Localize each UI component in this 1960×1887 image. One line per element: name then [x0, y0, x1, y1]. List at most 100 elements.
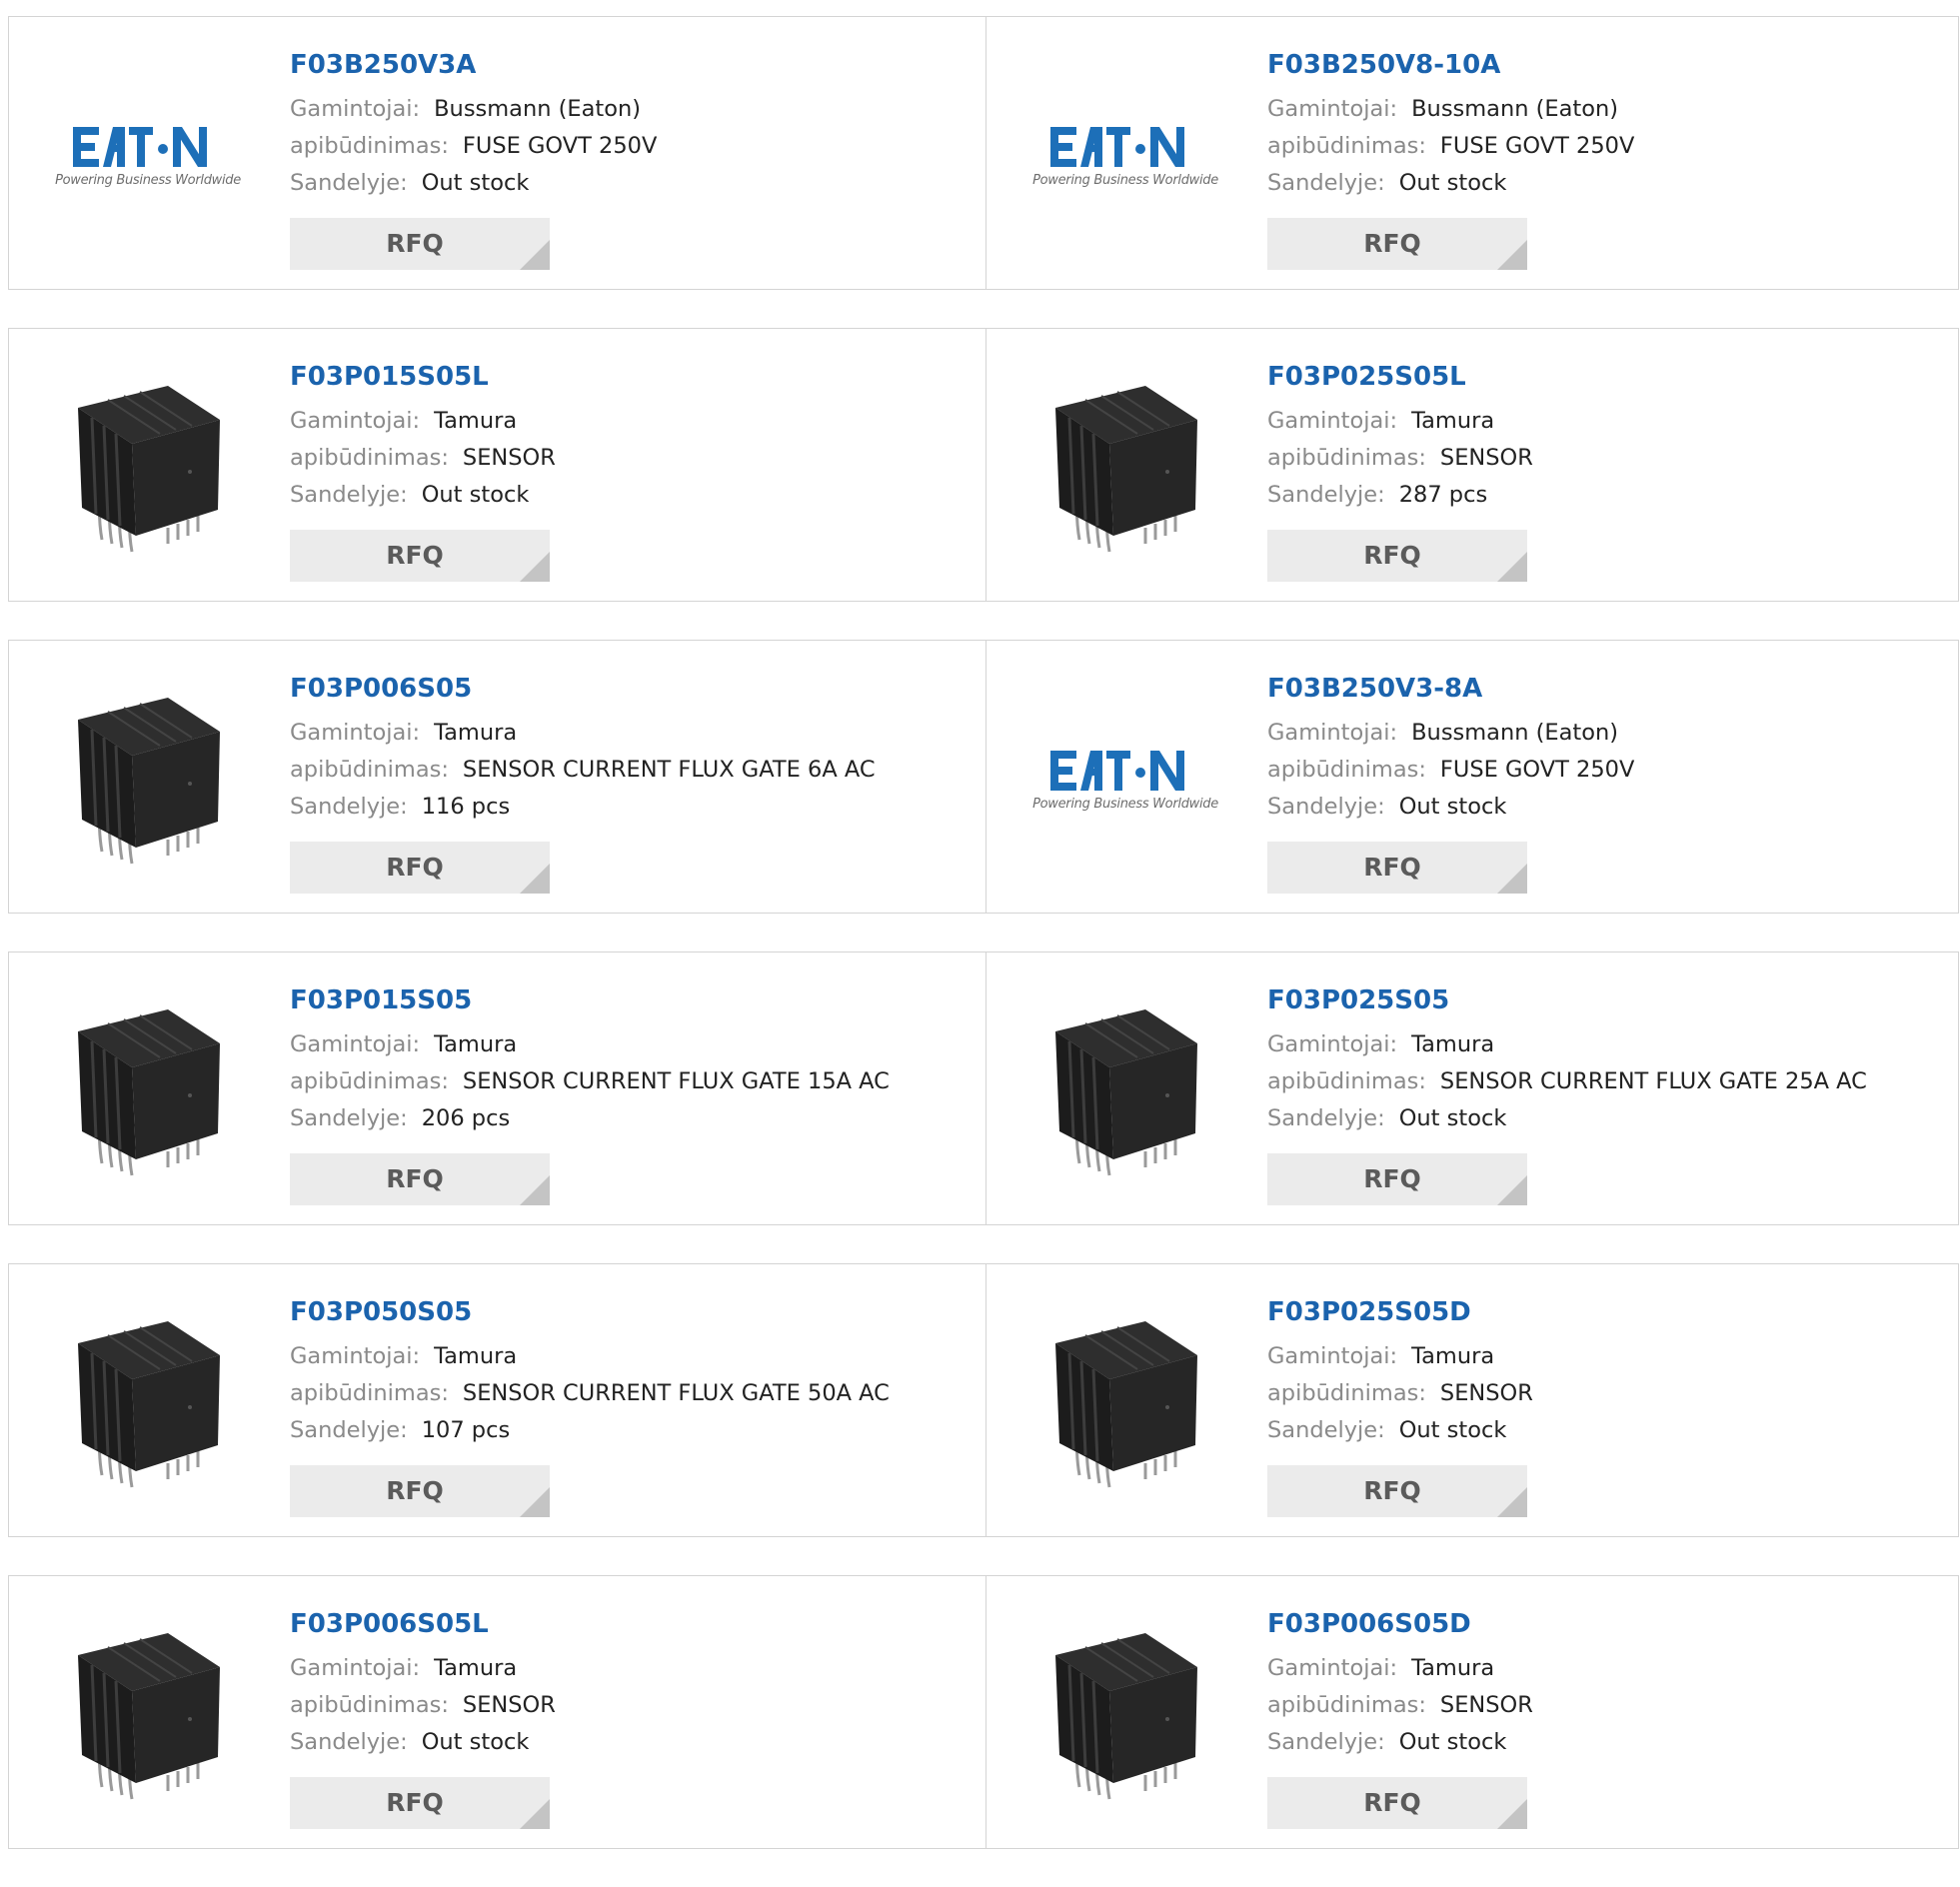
stock-value: Out stock [1398, 1729, 1507, 1755]
corner-triangle-icon [1497, 1487, 1527, 1517]
product-info: F03B250V8-10A Gamintojai: Bussmann (Eaton)… [1267, 47, 1634, 202]
product-part-link[interactable]: F03P025S05 [1267, 982, 1867, 1018]
sensor-chip-icon [1055, 1321, 1197, 1488]
stock-line: Sandelyje: 107 pcs [290, 1412, 890, 1449]
stock-line: Sandelyje: Out stock [1267, 1412, 1533, 1449]
product-image[interactable] [1024, 1302, 1226, 1504]
product-image[interactable] [47, 679, 249, 881]
description-line: apibūdinimas: SENSOR [1267, 1375, 1533, 1412]
eaton-tagline: Powering Business Worldwide [1032, 796, 1218, 812]
product-card: F03P006S05 Gamintojai: Tamura apibūdinimas:… [8, 640, 986, 914]
description-value: SENSOR [1439, 1692, 1533, 1718]
rfq-button[interactable]: RFQ [290, 1465, 550, 1517]
sensor-chip-icon [78, 1321, 220, 1488]
rfq-button[interactable]: RFQ [1267, 530, 1527, 582]
rfq-button[interactable]: RFQ [1267, 842, 1527, 894]
product-image[interactable] [1024, 1614, 1226, 1816]
product-row: F03P015S05 Gamintojai: Tamura apibūdinimas:… [8, 951, 1960, 1225]
product-row: F03P015S05L Gamintojai: Tamura apibūdinimas… [8, 328, 1960, 602]
product-image[interactable] [1024, 990, 1226, 1192]
rfq-button-label: RFQ [1363, 853, 1421, 882]
product-image[interactable] [47, 367, 249, 569]
manufacturer-line: Gamintojai: Bussmann (Eaton) [1267, 715, 1634, 752]
manufacturer-line: Gamintojai: Tamura [290, 715, 876, 752]
rfq-button-label: RFQ [1363, 541, 1421, 570]
product-card: F03P025S05D Gamintojai: Tamura apibūdinimas… [985, 1263, 1959, 1537]
product-row: F03P006S05 Gamintojai: Tamura apibūdinimas:… [8, 640, 1960, 914]
rfq-button[interactable]: RFQ [290, 1777, 550, 1829]
stock-value: 206 pcs [421, 1105, 511, 1131]
product-part-link[interactable]: F03P006S05D [1267, 1606, 1533, 1642]
product-image[interactable] [1024, 367, 1226, 569]
rfq-button[interactable]: RFQ [290, 218, 550, 270]
rfq-button[interactable]: RFQ [290, 1153, 550, 1205]
stock-label: Sandelyje: [290, 170, 408, 196]
rfq-button-label: RFQ [386, 229, 444, 258]
rfq-button[interactable]: RFQ [290, 842, 550, 894]
stock-value: Out stock [1398, 1417, 1507, 1443]
product-part-link[interactable]: F03P025S05L [1267, 359, 1533, 395]
stock-label: Sandelyje: [290, 794, 408, 820]
stock-line: Sandelyje: 206 pcs [290, 1100, 890, 1137]
description-line: apibūdinimas: SENSOR [290, 440, 556, 477]
product-part-link[interactable]: F03B250V8-10A [1267, 47, 1634, 83]
description-line: apibūdinimas: FUSE GOVT 250V [290, 128, 657, 165]
product-card: F03P025S05L Gamintojai: Tamura apibūdinimas… [985, 328, 1959, 602]
manufacturer-label: Gamintojai: [290, 1655, 421, 1681]
rfq-button[interactable]: RFQ [1267, 1153, 1527, 1205]
product-image[interactable]: Powering Business Worldwide [47, 55, 249, 257]
product-image[interactable]: Powering Business Worldwide [1024, 55, 1226, 257]
manufacturer-value: Bussmann (Eaton) [1411, 96, 1619, 122]
manufacturer-label: Gamintojai: [1267, 408, 1398, 434]
stock-label: Sandelyje: [290, 1729, 408, 1755]
product-image[interactable] [47, 1614, 249, 1816]
corner-triangle-icon [520, 1487, 550, 1517]
product-part-link[interactable]: F03P006S05 [290, 671, 876, 707]
stock-label: Sandelyje: [1267, 1417, 1385, 1443]
product-info: F03P006S05D Gamintojai: Tamura apibūdinimas… [1267, 1606, 1533, 1761]
manufacturer-line: Gamintojai: Tamura [290, 1338, 890, 1375]
product-image[interactable] [47, 1302, 249, 1504]
eaton-logo: Powering Business Worldwide [1025, 749, 1225, 812]
manufacturer-value: Bussmann (Eaton) [1411, 720, 1619, 746]
eaton-wordmark-icon [1050, 126, 1184, 167]
manufacturer-label: Gamintojai: [290, 1343, 421, 1369]
sensor-chip-icon [78, 1633, 220, 1800]
manufacturer-value: Tamura [434, 1343, 518, 1369]
product-part-link[interactable]: F03P050S05 [290, 1294, 890, 1330]
stock-line: Sandelyje: 116 pcs [290, 789, 876, 826]
product-card: Powering Business Worldwide F03B250V3-8A… [985, 640, 1959, 914]
stock-value: Out stock [1398, 794, 1507, 820]
stock-label: Sandelyje: [290, 1417, 408, 1443]
sensor-chip-icon [1055, 386, 1197, 553]
manufacturer-value: Tamura [1411, 1343, 1495, 1369]
manufacturer-value: Bussmann (Eaton) [434, 96, 642, 122]
product-card: F03P025S05 Gamintojai: Tamura apibūdinimas:… [985, 951, 1959, 1225]
manufacturer-label: Gamintojai: [1267, 1655, 1398, 1681]
product-image[interactable]: Powering Business Worldwide [1024, 679, 1226, 881]
rfq-button[interactable]: RFQ [1267, 1777, 1527, 1829]
product-info: F03P025S05D Gamintojai: Tamura apibūdinimas… [1267, 1294, 1533, 1449]
product-image[interactable] [47, 990, 249, 1192]
product-part-link[interactable]: F03P015S05L [290, 359, 556, 395]
product-part-link[interactable]: F03P006S05L [290, 1606, 556, 1642]
corner-triangle-icon [1497, 1175, 1527, 1205]
description-label: apibūdinimas: [290, 757, 449, 783]
rfq-button[interactable]: RFQ [1267, 218, 1527, 270]
product-part-link[interactable]: F03B250V3-8A [1267, 671, 1634, 707]
stock-value: Out stock [421, 1729, 530, 1755]
description-value: FUSE GOVT 250V [462, 133, 658, 159]
manufacturer-value: Tamura [1411, 1031, 1495, 1057]
product-row: F03P006S05L Gamintojai: Tamura apibūdinimas… [8, 1575, 1960, 1849]
manufacturer-line: Gamintojai: Bussmann (Eaton) [290, 91, 657, 128]
description-label: apibūdinimas: [290, 133, 449, 159]
stock-label: Sandelyje: [1267, 170, 1385, 196]
rfq-button[interactable]: RFQ [290, 530, 550, 582]
product-part-link[interactable]: F03B250V3A [290, 47, 657, 83]
rfq-button[interactable]: RFQ [1267, 1465, 1527, 1517]
description-line: apibūdinimas: SENSOR CURRENT FLUX GATE 6A… [290, 752, 876, 789]
product-part-link[interactable]: F03P015S05 [290, 982, 890, 1018]
corner-triangle-icon [1497, 552, 1527, 582]
eaton-tagline: Powering Business Worldwide [55, 172, 241, 188]
product-part-link[interactable]: F03P025S05D [1267, 1294, 1533, 1330]
